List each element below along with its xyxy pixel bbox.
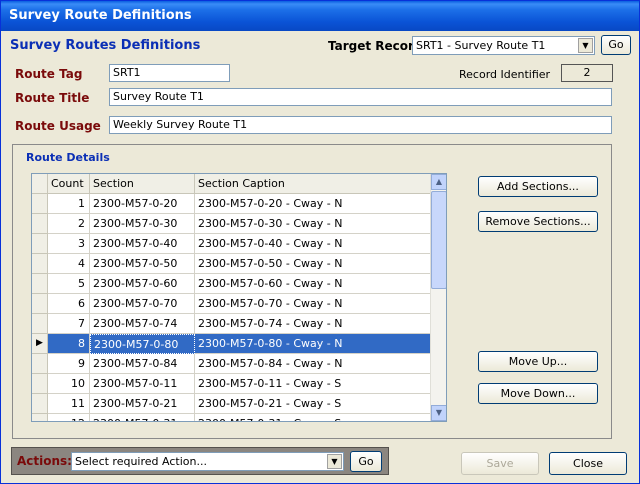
actions-label: Actions:	[17, 454, 72, 468]
cell-section-caption[interactable]: 2300-M57-0-50 - Cway - N	[195, 254, 432, 274]
cell-section-caption[interactable]: 2300-M57-0-40 - Cway - N	[195, 234, 432, 254]
actions-select[interactable]: Select required Action... ▼	[71, 452, 344, 471]
table-row[interactable]: 10 2300-M57-0-11 2300-M57-0-11 - Cway - S	[32, 374, 432, 394]
actions-select-value: Select required Action...	[75, 455, 207, 468]
add-sections-button[interactable]: Add Sections...	[478, 176, 598, 197]
scroll-up-icon[interactable]: ▲	[431, 174, 446, 190]
table-row[interactable]: 9 2300-M57-0-84 2300-M57-0-84 - Cway - N	[32, 354, 432, 374]
row-selector[interactable]	[32, 194, 48, 214]
vertical-scrollbar[interactable]: ▲ ▼	[430, 174, 446, 421]
cell-count[interactable]: 3	[48, 234, 90, 254]
record-identifier-value: 2	[561, 64, 613, 82]
row-selector[interactable]: ▶	[32, 334, 48, 354]
move-down-button[interactable]: Move Down...	[478, 383, 598, 404]
cell-count[interactable]: 4	[48, 254, 90, 274]
scroll-thumb[interactable]	[431, 191, 446, 289]
cell-section-caption[interactable]: 2300-M57-0-84 - Cway - N	[195, 354, 432, 374]
cell-section[interactable]: 2300-M57-0-11	[90, 374, 195, 394]
cell-section-caption[interactable]: 2300-M57-0-21 - Cway - S	[195, 394, 432, 414]
cell-section-caption[interactable]: 2300-M57-0-30 - Cway - N	[195, 214, 432, 234]
cell-count[interactable]: 9	[48, 354, 90, 374]
row-selector[interactable]	[32, 294, 48, 314]
route-usage-input[interactable]: Weekly Survey Route T1	[109, 116, 612, 134]
target-record-label: Target Record	[328, 39, 423, 53]
route-tag-label: Route Tag	[15, 67, 83, 81]
cell-count[interactable]: 6	[48, 294, 90, 314]
cell-count[interactable]: 2	[48, 214, 90, 234]
cell-count[interactable]: 8	[48, 334, 90, 354]
dropdown-arrow-icon[interactable]: ▼	[578, 38, 593, 53]
table-row[interactable]: ▶ 8 2300-M57-0-80 2300-M57-0-80 - Cway - N	[32, 334, 432, 354]
dropdown-arrow-icon[interactable]: ▼	[327, 454, 342, 469]
save-button[interactable]: Save	[461, 452, 539, 475]
row-pointer-icon: ▶	[36, 338, 43, 348]
table-row[interactable]: 7 2300-M57-0-74 2300-M57-0-74 - Cway - N	[32, 314, 432, 334]
row-selector[interactable]	[32, 234, 48, 254]
row-selector[interactable]	[32, 354, 48, 374]
target-record-value: SRT1 - Survey Route T1	[416, 39, 546, 52]
cell-section-caption[interactable]: 2300-M57-0-20 - Cway - N	[195, 194, 432, 214]
cell-section[interactable]: 2300-M57-0-40	[90, 234, 195, 254]
route-usage-label: Route Usage	[15, 119, 101, 133]
route-title-label: Route Title	[15, 91, 90, 105]
grid-corner-header	[32, 174, 48, 194]
record-identifier-label: Record Identifier	[459, 68, 551, 81]
actions-go-button[interactable]: Go	[350, 451, 382, 472]
column-header-section[interactable]: Section	[90, 174, 195, 194]
row-selector[interactable]	[32, 214, 48, 234]
scroll-down-icon[interactable]: ▼	[431, 405, 446, 421]
cell-section[interactable]: 2300-M57-0-20	[90, 194, 195, 214]
row-selector[interactable]	[32, 274, 48, 294]
column-header-section-caption[interactable]: Section Caption	[195, 174, 432, 194]
remove-sections-button[interactable]: Remove Sections...	[478, 211, 598, 232]
column-header-count[interactable]: Count	[48, 174, 90, 194]
cell-section[interactable]: 2300-M57-0-70	[90, 294, 195, 314]
move-up-button[interactable]: Move Up...	[478, 351, 598, 372]
cell-count[interactable]: 11	[48, 394, 90, 414]
cell-section-caption[interactable]: 2300-M57-0-70 - Cway - N	[195, 294, 432, 314]
cell-section[interactable]: 2300-M57-0-80	[90, 334, 195, 354]
route-tag-input[interactable]: SRT1	[109, 64, 230, 82]
cell-section[interactable]: 2300-M57-0-30	[90, 214, 195, 234]
cell-section-caption[interactable]: 2300-M57-0-80 - Cway - N	[195, 334, 432, 354]
table-row[interactable]: 11 2300-M57-0-21 2300-M57-0-21 - Cway - S	[32, 394, 432, 414]
page-heading: Survey Routes Definitions	[10, 38, 201, 53]
cell-section[interactable]: 2300-M57-0-21	[90, 394, 195, 414]
target-record-select[interactable]: SRT1 - Survey Route T1 ▼	[412, 36, 595, 55]
cell-section[interactable]: 2300-M57-0-74	[90, 314, 195, 334]
cell-count[interactable]: 7	[48, 314, 90, 334]
row-selector[interactable]	[32, 374, 48, 394]
cell-count[interactable]: 5	[48, 274, 90, 294]
target-go-button[interactable]: Go	[601, 35, 631, 55]
cell-section[interactable]: 2300-M57-0-84	[90, 354, 195, 374]
row-selector[interactable]	[32, 314, 48, 334]
table-row[interactable]: 5 2300-M57-0-60 2300-M57-0-60 - Cway - N	[32, 274, 432, 294]
table-row[interactable]: 2 2300-M57-0-30 2300-M57-0-30 - Cway - N	[32, 214, 432, 234]
cell-section[interactable]: 2300-M57-0-31	[90, 414, 195, 421]
cell-section[interactable]: 2300-M57-0-50	[90, 254, 195, 274]
close-button[interactable]: Close	[549, 452, 627, 475]
survey-route-window: Survey Route Definitions Survey Routes D…	[0, 0, 640, 484]
table-row[interactable]: 122300-M57-0-312300-M57-0-31 - Cway - S	[32, 414, 432, 421]
cell-count[interactable]: 12	[48, 414, 90, 421]
table-row[interactable]: 6 2300-M57-0-70 2300-M57-0-70 - Cway - N	[32, 294, 432, 314]
route-title-input[interactable]: Survey Route T1	[109, 88, 612, 106]
cell-count[interactable]: 10	[48, 374, 90, 394]
window-title: Survey Route Definitions	[1, 1, 639, 31]
row-selector[interactable]	[32, 254, 48, 274]
cell-section-caption[interactable]: 2300-M57-0-31 - Cway - S	[195, 414, 432, 421]
actions-bar: Actions: Select required Action... ▼ Go	[11, 447, 389, 475]
table-row[interactable]: 1 2300-M57-0-20 2300-M57-0-20 - Cway - N	[32, 194, 432, 214]
route-details-label: Route Details	[26, 151, 110, 164]
row-selector[interactable]	[32, 394, 48, 414]
cell-section-caption[interactable]: 2300-M57-0-60 - Cway - N	[195, 274, 432, 294]
route-details-grid[interactable]: Count Section Section Caption 1 2300-M57-…	[31, 173, 447, 422]
table-row[interactable]: 4 2300-M57-0-50 2300-M57-0-50 - Cway - N	[32, 254, 432, 274]
table-row[interactable]: 3 2300-M57-0-40 2300-M57-0-40 - Cway - N	[32, 234, 432, 254]
row-selector[interactable]	[32, 414, 48, 421]
cell-section[interactable]: 2300-M57-0-60	[90, 274, 195, 294]
cell-count[interactable]: 1	[48, 194, 90, 214]
cell-section-caption[interactable]: 2300-M57-0-11 - Cway - S	[195, 374, 432, 394]
cell-section-caption[interactable]: 2300-M57-0-74 - Cway - N	[195, 314, 432, 334]
